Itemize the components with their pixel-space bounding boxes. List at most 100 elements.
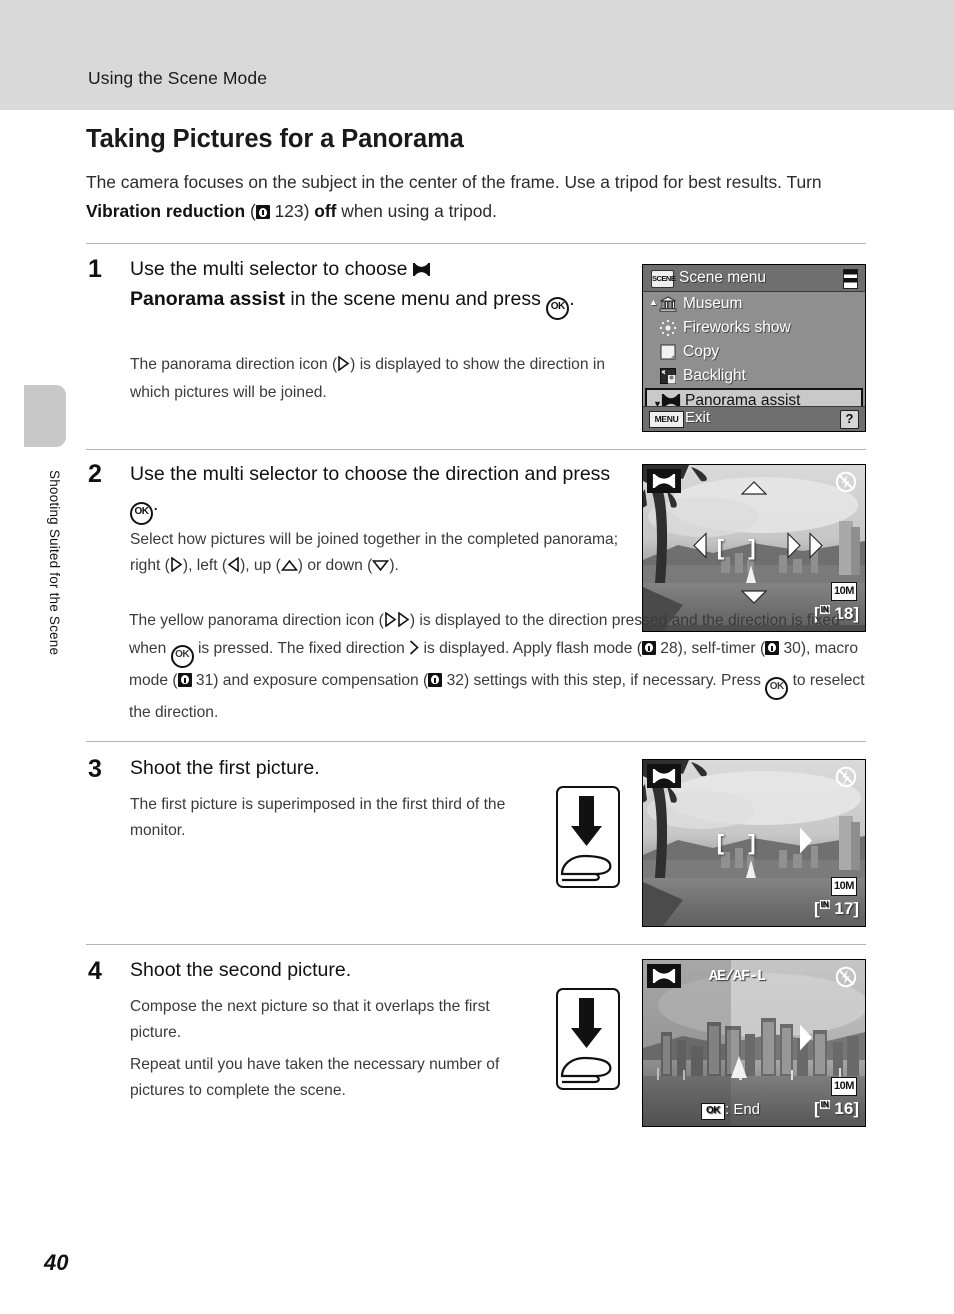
step1-body-pre: The panorama direction icon ( <box>130 356 338 373</box>
ok-button-icon: OK <box>546 296 570 320</box>
ae-af-lock-indicator: AE/AF-L <box>709 968 766 985</box>
scene-menu-list: ▲ Museum Fireworks show Copy Backlight ▼… <box>643 292 865 413</box>
chapter-tab <box>24 385 66 447</box>
exit-label: Exit <box>685 409 711 426</box>
direction-right-outline-icon <box>384 610 397 636</box>
fireworks-icon <box>659 319 677 337</box>
direction-right-outline-icon-2 <box>397 610 410 636</box>
divider-step1 <box>86 243 866 244</box>
intro-ref-page: 123 <box>274 201 304 221</box>
monitor-screenshot-step3: [ ] 10M [IN 17] <box>642 759 866 927</box>
direction-right-outline-icon-3 <box>409 638 419 664</box>
direction-arrow-left[interactable] <box>693 532 707 564</box>
frames-number: 17 <box>834 899 854 918</box>
step2-body-mid2: ), up ( <box>240 556 281 574</box>
ref-flash: 28 <box>660 639 678 657</box>
panorama-mode-badge <box>647 764 681 788</box>
step-heading-4: Shoot the second picture. <box>130 959 352 981</box>
w-s4: is displayed. Apply flash mode ( <box>419 639 642 657</box>
flash-off-icon <box>835 966 857 988</box>
scene-menu-item-backlight[interactable]: Backlight <box>643 364 865 388</box>
step2-head-pre: Use the multi selector to choose the dir… <box>130 463 611 485</box>
step-heading-3: Shoot the first picture. <box>130 757 320 779</box>
reference-book-icon <box>641 640 656 655</box>
step1-head-post: in the scene menu and press <box>285 287 547 310</box>
direction-down-outline-icon <box>372 555 390 581</box>
copy-icon <box>659 343 677 361</box>
scene-menu-footer: MENU Exit ? <box>643 406 865 431</box>
step-body-1: The panorama direction icon () is displa… <box>130 352 620 405</box>
w-s7: ) and exposure compensation ( <box>213 671 429 689</box>
ref-macro: 31 <box>195 671 214 689</box>
scene-menu-screenshot: SCENE Scene menu ▲ Museum Fireworks show… <box>642 264 866 432</box>
divider-step4 <box>86 944 866 945</box>
panorama-icon <box>412 262 430 277</box>
scrollbar-indicator[interactable] <box>843 269 858 289</box>
help-icon[interactable]: ? <box>840 410 859 429</box>
backlight-icon <box>659 367 677 385</box>
focus-brackets: [ ] <box>716 535 765 560</box>
w-s1: The yellow panorama direction icon ( <box>129 612 384 629</box>
shutter-press-illustration-step4 <box>556 988 620 1090</box>
frames-number: 16 <box>834 1099 854 1118</box>
intro-paragraph: The camera focuses on the subject in the… <box>86 168 868 226</box>
scroll-up-caret-icon: ▲ <box>649 297 658 307</box>
reference-book-icon <box>255 205 270 219</box>
step2-head-end: . <box>153 492 159 515</box>
direction-arrow-right-outer[interactable] <box>809 532 823 564</box>
page-title: Taking Pictures for a Panorama <box>86 125 464 153</box>
ok-button-icon: OK <box>765 676 789 700</box>
scene-menu-title: Scene menu <box>679 269 767 286</box>
direction-arrow-down[interactable] <box>740 590 768 609</box>
direction-arrow-right-inner[interactable] <box>787 532 801 564</box>
direction-up-outline-icon <box>280 555 298 581</box>
w-s5: ), self-timer ( <box>677 639 766 657</box>
w-s3: is pressed. The fixed direction <box>193 639 410 657</box>
intro-text-3: ) <box>303 201 315 221</box>
step-body-3: The first picture is superimposed in the… <box>130 796 506 839</box>
step-number-2: 2 <box>88 460 102 488</box>
intro-bold-vibration-reduction: Vibration reduction <box>86 201 246 221</box>
w-s8: ) settings with this step, if necessary.… <box>463 671 766 689</box>
direction-left-outline-icon <box>227 555 240 581</box>
scene-menu-item-label: Copy <box>683 343 720 360</box>
direction-arrow-up[interactable] <box>740 481 768 500</box>
press-down-arrow-icon <box>560 998 612 1084</box>
header-band <box>0 0 954 110</box>
scene-menu-item-label: Fireworks show <box>683 319 791 336</box>
step1-head-end: . <box>569 287 575 310</box>
ref-timer: 30 <box>783 639 801 657</box>
intro-text-2: ( <box>245 201 256 221</box>
step1-head-bold: Panorama assist <box>130 287 286 310</box>
step1-head-pre: Use the multi selector to choose <box>130 258 413 280</box>
step-number-4: 4 <box>88 957 102 985</box>
flash-off-icon <box>835 766 857 788</box>
page-number: 40 <box>44 1250 69 1275</box>
reference-book-icon <box>428 672 443 687</box>
monitor-screenshot-step2: [ ] 10M [IN 18] <box>642 464 866 632</box>
monitor-screenshot-step4: AE/AF-L 10M OK: End [IN 16] <box>642 959 866 1127</box>
storage-indicator: IN <box>819 1100 830 1109</box>
ok-button-icon: OK <box>170 644 194 668</box>
divider-step2 <box>86 449 866 450</box>
scene-menu-item-label: Backlight <box>683 367 746 384</box>
scene-menu-item-copy[interactable]: Copy <box>643 340 865 364</box>
intro-text-1: The camera focuses on the subject in the… <box>86 172 822 192</box>
scene-menu-item-fireworks[interactable]: Fireworks show <box>643 316 865 340</box>
direction-right-outline-icon <box>170 555 183 581</box>
image-size-badge: 10M <box>831 877 857 896</box>
step-body-4a: Compose the next picture so that it over… <box>130 998 490 1041</box>
panorama-mode-badge <box>647 469 681 493</box>
step-number-3: 3 <box>88 755 102 783</box>
divider-step3 <box>86 741 866 742</box>
menu-button-icon[interactable]: MENU <box>649 411 684 428</box>
step2-body-end: ). <box>389 556 399 574</box>
ok-button-chip[interactable]: OK <box>701 1103 725 1120</box>
direction-arrow-right-fixed <box>798 1023 813 1056</box>
storage-indicator: IN <box>819 900 830 909</box>
scene-menu-item-museum[interactable]: ▲ Museum <box>643 292 865 316</box>
end-shooting-hint: OK: End <box>701 1101 760 1120</box>
intro-bold-off: off <box>314 201 337 221</box>
scene-badge-icon: SCENE <box>651 270 676 288</box>
running-head: Using the Scene Mode <box>88 68 268 88</box>
